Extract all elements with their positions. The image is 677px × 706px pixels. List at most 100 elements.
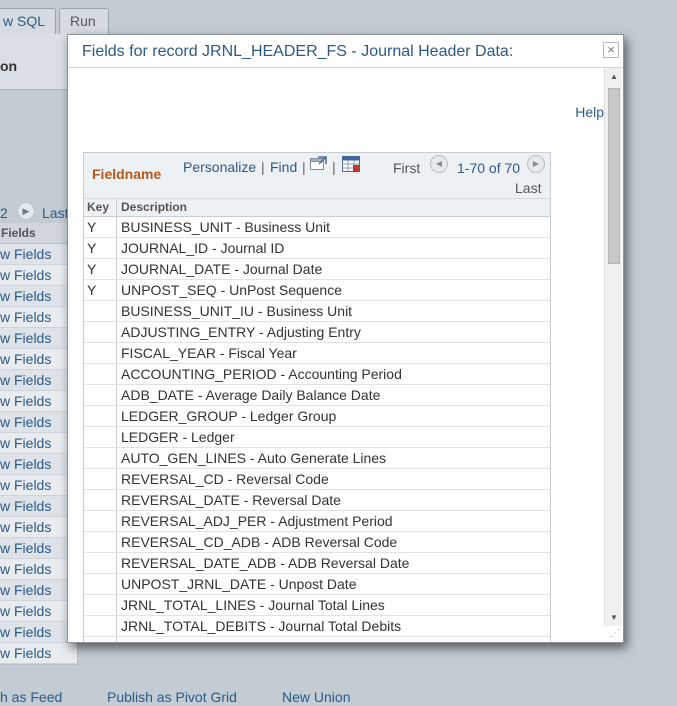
modal-scrollbar[interactable]: ▲ ▼	[604, 68, 622, 626]
column-header-description[interactable]: Description	[117, 199, 550, 216]
row-key-cell	[84, 364, 117, 384]
table-row: Y BUSINESS_UNIT - Business Unit	[84, 217, 550, 238]
background-view-fields-link[interactable]: w Fields	[0, 391, 77, 412]
background-view-fields-link[interactable]: w Fields	[0, 559, 77, 580]
background-view-fields-link[interactable]: w Fields	[0, 538, 77, 559]
background-view-fields-link[interactable]: w Fields	[0, 580, 77, 601]
tab-run[interactable]: Run	[59, 8, 109, 34]
background-view-fields-link[interactable]: w Fields	[0, 475, 77, 496]
background-section-label: on	[0, 58, 18, 74]
background-view-fields-link[interactable]: w Fields	[0, 622, 77, 643]
table-row: ACCOUNTING_PERIOD - Accounting Period	[84, 364, 550, 385]
background-view-fields-link[interactable]: w Fields	[0, 601, 77, 622]
table-row: JRNL_TOTAL_LINES - Journal Total Lines	[84, 595, 550, 616]
row-description-cell: BUSINESS_UNIT - Business Unit	[121, 219, 331, 235]
background-view-fields-link[interactable]: w Fields	[0, 454, 77, 475]
background-view-fields-link[interactable]: w Fields	[0, 349, 77, 370]
row-description-cell: JRNL_TOTAL_DEBITS - Journal Total Debits	[121, 618, 402, 634]
row-description-cell: FISCAL_YEAR - Fiscal Year	[121, 345, 297, 361]
row-key-cell	[84, 469, 117, 489]
background-view-fields-link[interactable]: w Fields	[0, 286, 77, 307]
resize-grip-icon[interactable]: ⋰	[608, 627, 622, 641]
background-nav-last[interactable]: Last	[42, 205, 68, 221]
table-row: ADB_DATE - Average Daily Balance Date	[84, 385, 550, 406]
background-view-fields-link[interactable]: w Fields	[0, 433, 77, 454]
row-description-cell: JRNL_TOT_CREDITS - Journal Total Credits	[117, 637, 550, 642]
personalize-link[interactable]: Personalize	[183, 159, 256, 175]
scroll-up-arrow-icon[interactable]: ▲	[605, 68, 623, 85]
background-view-fields-link[interactable]: w Fields	[0, 265, 77, 286]
row-description-cell: ADJUSTING_ENTRY - Adjusting Entry	[121, 324, 361, 340]
download-spreadsheet-icon[interactable]	[342, 156, 360, 172]
fields-modal: Fields for record JRNL_HEADER_FS - Journ…	[67, 34, 624, 643]
table-row: Y JOURNAL_DATE - Journal Date	[84, 259, 550, 280]
toolbar-separator: |	[261, 159, 265, 175]
row-key-cell	[84, 574, 117, 594]
table-row: BUSINESS_UNIT_IU - Business Unit	[84, 301, 550, 322]
row-key-cell	[84, 301, 117, 321]
background-view-fields-link[interactable]: w Fields	[0, 370, 77, 391]
help-link[interactable]: Help	[575, 104, 604, 120]
grid-toolbar: Fieldname Personalize | Find | | First ◀…	[84, 153, 550, 199]
row-key-cell	[84, 385, 117, 405]
row-description-cell: UNPOST_SEQ - UnPost Sequence	[121, 282, 342, 298]
table-row: LEDGER_GROUP - Ledger Group	[84, 406, 550, 427]
row-description-cell: REVERSAL_ADJ_PER - Adjustment Period	[121, 513, 393, 529]
grid-title: Fieldname	[92, 166, 162, 182]
row-key-cell	[84, 616, 117, 636]
row-key-cell	[84, 406, 117, 426]
previous-arrow-icon[interactable]: ◀	[430, 155, 448, 173]
background-view-fields-link[interactable]: w Fields	[0, 328, 77, 349]
last-link[interactable]: Last	[515, 180, 541, 196]
fieldname-grid: Fieldname Personalize | Find | | First ◀…	[83, 152, 551, 642]
background-nav-count: 2	[0, 205, 8, 221]
modal-header[interactable]: Fields for record JRNL_HEADER_FS - Journ…	[68, 35, 623, 68]
toolbar-separator: |	[302, 159, 306, 175]
background-column-header: Fields	[0, 223, 77, 244]
row-description-cell: REVERSAL_DATE - Reversal Date	[121, 492, 341, 508]
table-row: JRNL_TOTAL_DEBITS - Journal Total Debits	[84, 616, 550, 637]
column-header-key[interactable]: Key	[84, 199, 117, 216]
first-link[interactable]: First	[393, 160, 420, 176]
scrollbar-thumb[interactable]	[608, 88, 620, 264]
row-key-cell	[84, 343, 117, 363]
background-view-fields-link[interactable]: w Fields	[0, 643, 77, 664]
row-key-cell	[84, 427, 117, 447]
row-key-cell	[84, 322, 117, 342]
publish-as-feed-link[interactable]: h as Feed	[0, 689, 62, 705]
table-row: FISCAL_YEAR - Fiscal Year	[84, 343, 550, 364]
row-description-cell: BUSINESS_UNIT_IU - Business Unit	[121, 303, 353, 319]
background-view-fields-link[interactable]: w Fields	[0, 244, 77, 265]
table-row: REVERSAL_DATE - Reversal Date	[84, 490, 550, 511]
row-description-cell: REVERSAL_DATE_ADB - ADB Reversal Date	[121, 555, 410, 571]
modal-title: Fields for record JRNL_HEADER_FS - Journ…	[82, 43, 514, 60]
row-key-cell	[84, 637, 117, 642]
next-arrow-icon[interactable]: ▶	[17, 202, 35, 220]
close-icon[interactable]: ×	[603, 42, 619, 58]
row-description-cell: AUTO_GEN_LINES - Auto Generate Lines	[121, 450, 387, 466]
find-link[interactable]: Find	[270, 159, 297, 175]
new-union-link[interactable]: New Union	[282, 689, 350, 705]
tab-view-sql[interactable]: w SQL	[0, 8, 56, 34]
table-row: AUTO_GEN_LINES - Auto Generate Lines	[84, 448, 550, 469]
grid-column-headers: Key Description	[84, 199, 550, 217]
toolbar-separator: |	[332, 159, 336, 175]
view-all-icon[interactable]	[310, 156, 327, 171]
modal-body: Help Fieldname Personalize | Find | | Fi…	[68, 68, 604, 642]
publish-as-pivot-grid-link[interactable]: Publish as Pivot Grid	[107, 689, 237, 705]
row-key-cell: Y	[84, 217, 117, 237]
next-arrow-icon[interactable]: ▶	[527, 155, 545, 173]
scroll-down-arrow-icon[interactable]: ▼	[605, 609, 623, 626]
background-view-fields-link[interactable]: w Fields	[0, 412, 77, 433]
table-row: REVERSAL_CD - Reversal Code	[84, 469, 550, 490]
background-view-fields-link[interactable]: w Fields	[0, 307, 77, 328]
background-view-fields-link[interactable]: w Fields	[0, 517, 77, 538]
background-bottom-links: h as Feed Publish as Pivot Grid New Unio…	[0, 689, 677, 706]
row-key-cell	[84, 595, 117, 615]
row-key-cell: Y	[84, 259, 117, 279]
table-row: UNPOST_JRNL_DATE - Unpost Date	[84, 574, 550, 595]
row-key-cell: Y	[84, 238, 117, 258]
row-description-cell: LEDGER - Ledger	[121, 429, 235, 445]
row-description-cell: UNPOST_JRNL_DATE - Unpost Date	[121, 576, 357, 592]
background-view-fields-link[interactable]: w Fields	[0, 496, 77, 517]
